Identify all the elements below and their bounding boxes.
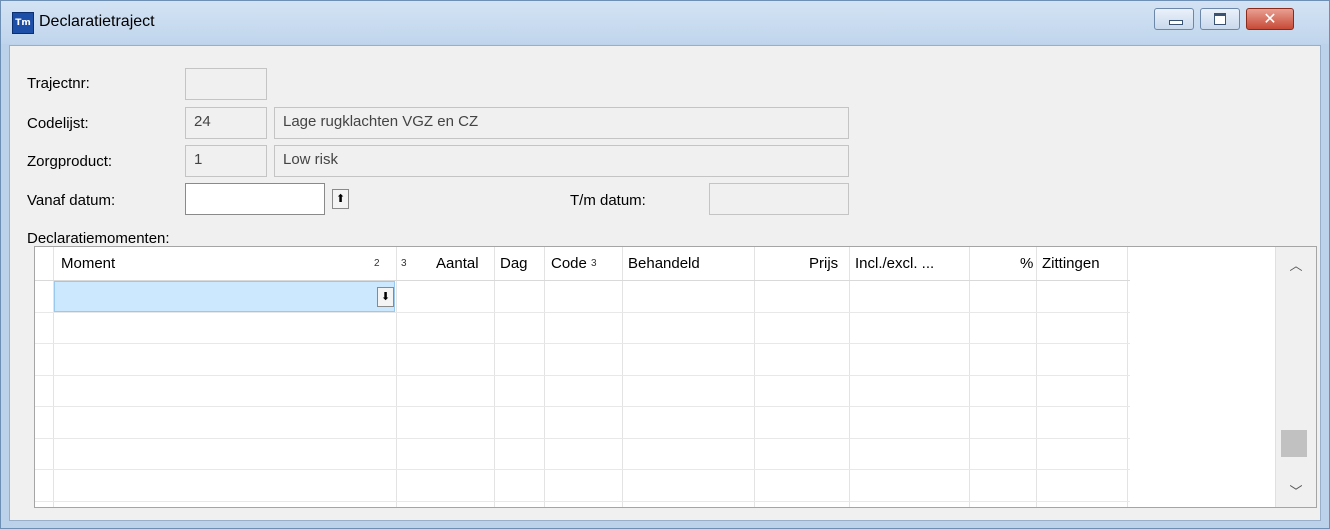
app-window: Tm Declaratietraject ✕ Trajectnr: Codeli… <box>0 0 1330 529</box>
minimize-icon <box>1169 20 1183 25</box>
zorgproduct-description-field[interactable]: Low risk <box>274 145 849 177</box>
zorgproduct-label: Zorgproduct: <box>27 153 113 170</box>
date-picker-arrow-icon[interactable]: ⬆ <box>332 189 349 209</box>
vertical-scrollbar[interactable]: ︿ ﹀ <box>1275 247 1316 507</box>
column-sort-icon[interactable]: 2 <box>374 247 380 281</box>
vanaf-datum-input[interactable] <box>185 183 325 215</box>
tm-datum-field[interactable] <box>709 183 849 215</box>
scrollbar-thumb[interactable] <box>1281 430 1307 457</box>
column-header-aantal[interactable]: Aantal <box>436 247 479 281</box>
maximize-button[interactable] <box>1200 8 1240 30</box>
declaratiemomenten-grid[interactable]: Moment 2 3 Aantal Dag Code 3 Behandeld P… <box>34 246 1317 508</box>
close-icon: ✕ <box>1263 9 1277 28</box>
app-icon[interactable]: Tm <box>12 12 34 34</box>
vanaf-datum-label: Vanaf datum: <box>27 192 116 209</box>
column-header-moment[interactable]: Moment <box>61 247 116 281</box>
close-button[interactable]: ✕ <box>1246 8 1294 30</box>
zorgproduct-code-field[interactable]: 1 <box>185 145 267 177</box>
maximize-icon <box>1214 13 1226 25</box>
column-header-dag[interactable]: Dag <box>500 247 528 281</box>
trajectnr-label: Trajectnr: <box>27 75 90 92</box>
column-header-behandeld[interactable]: Behandeld <box>628 247 700 281</box>
minimize-button[interactable] <box>1154 8 1194 30</box>
moment-cell-editor[interactable] <box>54 281 395 312</box>
column-header-icon[interactable]: 3 <box>401 247 407 281</box>
dropdown-arrow-icon[interactable]: ⬇ <box>377 287 394 307</box>
chevron-down-icon[interactable]: ﹀ <box>1276 481 1316 500</box>
column-header-zittingen[interactable]: Zittingen <box>1042 247 1100 281</box>
codelijst-description-field[interactable]: Lage rugklachten VGZ en CZ <box>274 107 849 139</box>
chevron-up-icon[interactable]: ︿ <box>1276 255 1316 274</box>
column-header-code[interactable]: Code 3 <box>551 247 597 281</box>
declaratiemomenten-label: Declaratiemomenten: <box>27 230 170 247</box>
codelijst-label: Codelijst: <box>27 115 89 132</box>
tm-datum-label: T/m datum: <box>570 192 646 209</box>
trajectnr-field[interactable] <box>185 68 267 100</box>
title-bar[interactable]: Tm Declaratietraject ✕ <box>1 1 1329 44</box>
column-header-incl-excl[interactable]: Incl./excl. ... <box>855 247 935 281</box>
column-header-prijs[interactable]: Prijs <box>809 247 839 281</box>
window-title: Declaratietraject <box>39 13 155 30</box>
codelijst-code-field[interactable]: 24 <box>185 107 267 139</box>
column-header-percent[interactable]: % <box>1020 247 1034 281</box>
